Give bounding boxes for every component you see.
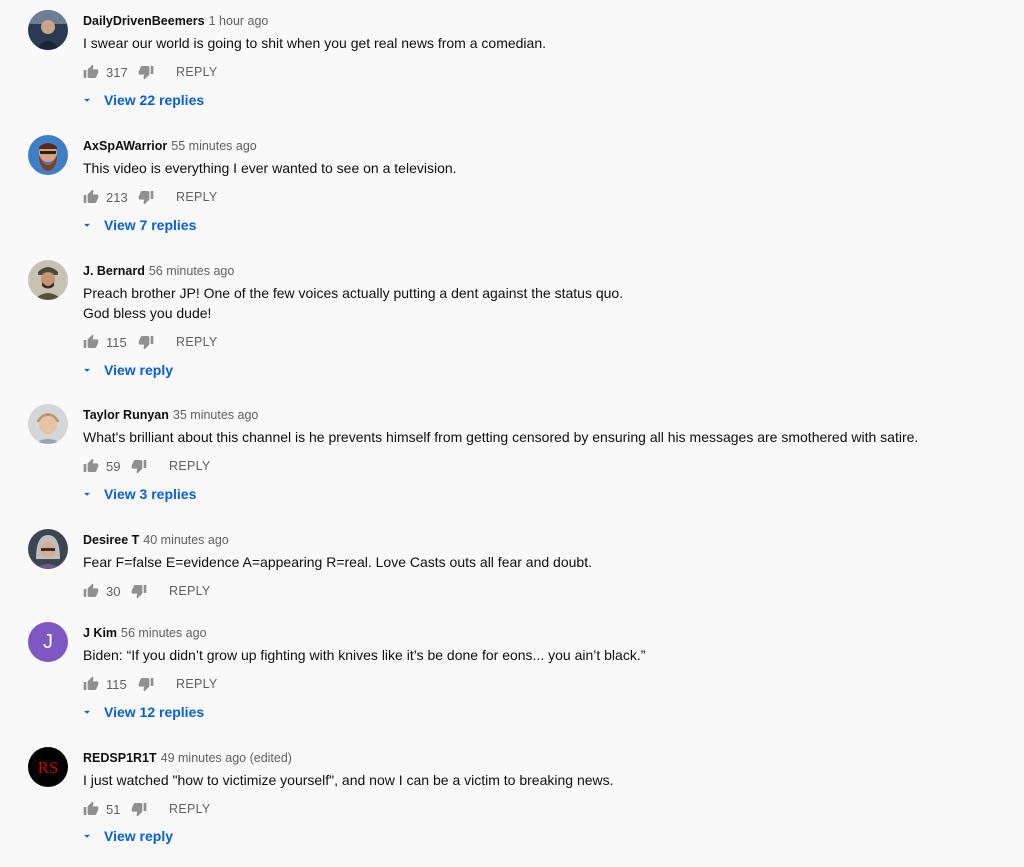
thumb-up-icon[interactable]: [83, 334, 99, 350]
author-name[interactable]: REDSP1R1T: [83, 751, 157, 765]
author-name[interactable]: J. Bernard: [83, 264, 145, 278]
like-count: 30: [106, 583, 121, 599]
author-name[interactable]: Desiree T: [83, 533, 139, 547]
comments-section: DailyDrivenBeemers 1 hour ago I swear our…: [0, 0, 1024, 867]
avatar-image: [28, 529, 68, 569]
comment-actions: 59 REPLY: [83, 456, 211, 476]
thumb-down-icon[interactable]: [138, 189, 154, 205]
thumb-down-icon[interactable]: [131, 458, 147, 474]
comment-time[interactable]: 56 minutes ago: [121, 626, 206, 640]
avatar[interactable]: [28, 529, 68, 569]
view-replies-button[interactable]: View 12 replies: [80, 702, 204, 722]
comment-text: Biden: “If you didn’t grow up fighting w…: [83, 647, 646, 663]
comment-actions: 317 REPLY: [83, 62, 218, 82]
like-count: 317: [106, 64, 128, 80]
avatar-image: [28, 404, 68, 444]
avatar-image: RS: [28, 747, 68, 787]
author-name[interactable]: AxSpAWarrior: [83, 139, 167, 153]
thumb-down-icon[interactable]: [131, 583, 147, 599]
reply-button[interactable]: REPLY: [176, 677, 218, 691]
caret-down-icon: [80, 829, 94, 843]
avatar-logo-text: RS: [38, 758, 59, 777]
reply-button[interactable]: REPLY: [169, 584, 211, 598]
comment-actions: 115 REPLY: [83, 674, 218, 694]
author-name[interactable]: Taylor Runyan: [83, 408, 169, 422]
comment-text: I swear our world is going to shit when …: [83, 35, 547, 51]
caret-down-icon: [80, 705, 94, 719]
comment-time[interactable]: 56 minutes ago: [149, 264, 234, 278]
view-replies-label: View 7 replies: [104, 217, 197, 233]
like-count: 115: [106, 334, 127, 350]
view-replies-button[interactable]: View reply: [80, 826, 173, 846]
comment-time[interactable]: 35 minutes ago: [173, 408, 258, 422]
view-replies-label: View reply: [104, 362, 174, 378]
comment-time[interactable]: 1 hour ago: [209, 14, 269, 28]
thumb-down-icon[interactable]: [131, 801, 147, 817]
comment-time[interactable]: 40 minutes ago: [143, 533, 228, 547]
view-replies-button[interactable]: View reply: [80, 360, 173, 380]
comment-text: Fear F=false E=evidence A=appearing R=re…: [83, 554, 592, 570]
reply-button[interactable]: REPLY: [176, 335, 218, 349]
avatar-image: [28, 135, 68, 175]
reply-button[interactable]: REPLY: [176, 190, 218, 204]
comment-header: REDSP1R1T 49 minutes ago (edited): [83, 749, 292, 767]
thumb-down-icon[interactable]: [138, 676, 154, 692]
reply-button[interactable]: REPLY: [176, 65, 218, 79]
thumb-up-icon[interactable]: [83, 189, 99, 205]
comment-header: AxSpAWarrior 55 minutes ago: [83, 137, 257, 155]
comment-text: Preach brother JP! One of the few voices…: [83, 285, 624, 321]
avatar[interactable]: J: [28, 622, 68, 662]
avatar[interactable]: RS: [28, 747, 68, 787]
comment-header: Taylor Runyan 35 minutes ago: [83, 406, 258, 424]
view-replies-button[interactable]: View 7 replies: [80, 215, 196, 235]
comment-text: I just watched "how to victimize yoursel…: [83, 772, 614, 788]
comment-actions: 30 REPLY: [83, 581, 211, 601]
caret-down-icon: [80, 93, 94, 107]
avatar[interactable]: [28, 260, 68, 300]
thumb-up-icon[interactable]: [83, 676, 99, 692]
comment-header: J. Bernard 56 minutes ago: [83, 262, 234, 280]
view-replies-button[interactable]: View 22 replies: [80, 90, 204, 110]
view-replies-label: View 3 replies: [104, 486, 197, 502]
thumb-up-icon[interactable]: [83, 458, 99, 474]
comment-text: What's brilliant about this channel is h…: [83, 429, 919, 445]
comment-actions: 115 REPLY: [83, 332, 218, 352]
author-name[interactable]: DailyDrivenBeemers: [83, 14, 205, 28]
reply-button[interactable]: REPLY: [169, 802, 211, 816]
comment-header: DailyDrivenBeemers 1 hour ago: [83, 12, 268, 30]
like-count: 213: [106, 189, 128, 205]
view-replies-label: View 12 replies: [104, 704, 205, 720]
avatar-image: [28, 260, 68, 300]
caret-down-icon: [80, 218, 94, 232]
author-name[interactable]: J Kim: [83, 626, 117, 640]
caret-down-icon: [80, 363, 94, 377]
thumb-down-icon[interactable]: [138, 334, 154, 350]
like-count: 51: [106, 801, 121, 817]
comment-time[interactable]: 49 minutes ago (edited): [161, 751, 292, 765]
like-count: 59: [106, 458, 121, 474]
comment-actions: 51 REPLY: [83, 799, 211, 819]
thumb-up-icon[interactable]: [83, 583, 99, 599]
avatar-letter: J: [28, 622, 68, 662]
view-replies-label: View reply: [104, 828, 174, 844]
comment-actions: 213 REPLY: [83, 187, 218, 207]
comment-header: Desiree T 40 minutes ago: [83, 531, 229, 549]
caret-down-icon: [80, 487, 94, 501]
avatar[interactable]: [28, 135, 68, 175]
avatar[interactable]: [28, 404, 68, 444]
reply-button[interactable]: REPLY: [169, 459, 211, 473]
comment-header: J Kim 56 minutes ago: [83, 624, 207, 642]
comment-text: This video is everything I ever wanted t…: [83, 160, 457, 176]
view-replies-label: View 22 replies: [104, 92, 205, 108]
like-count: 115: [106, 676, 127, 692]
thumb-up-icon[interactable]: [83, 801, 99, 817]
thumb-up-icon[interactable]: [83, 64, 99, 80]
avatar[interactable]: [28, 10, 68, 50]
view-replies-button[interactable]: View 3 replies: [80, 484, 196, 504]
comment-time[interactable]: 55 minutes ago: [171, 139, 256, 153]
thumb-down-icon[interactable]: [138, 64, 154, 80]
avatar-image: [28, 10, 68, 50]
